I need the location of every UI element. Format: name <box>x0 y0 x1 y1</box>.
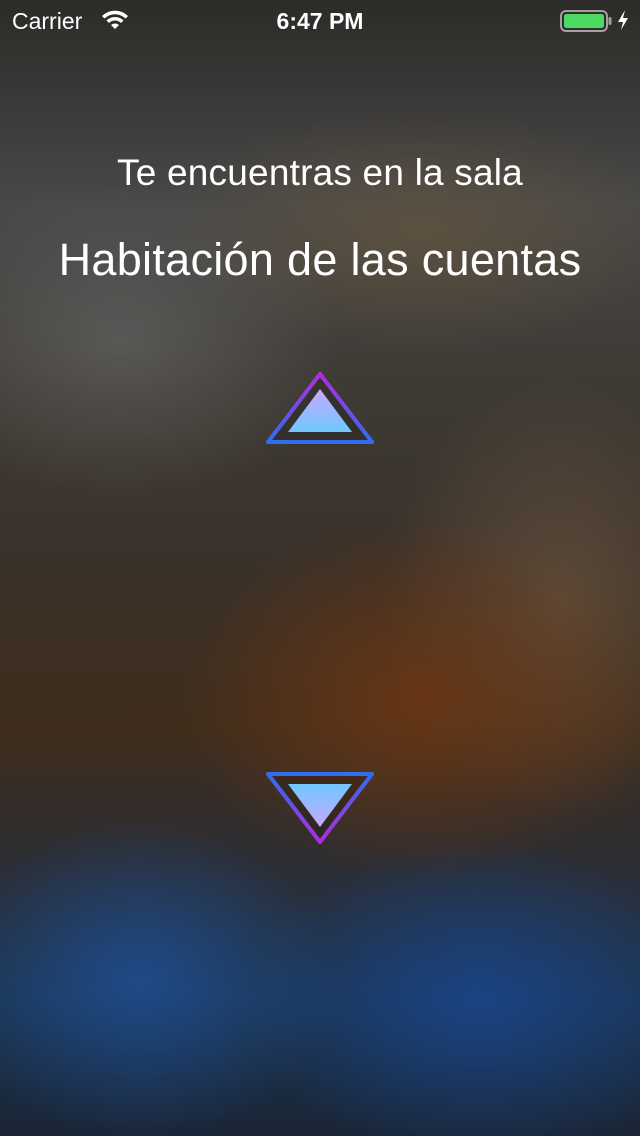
status-bar: Carrier 6:47 PM <box>0 0 640 40</box>
room-intro-text: Te encuentras en la sala <box>117 152 523 193</box>
battery-full-icon <box>560 10 612 32</box>
move-up-button[interactable] <box>264 370 376 446</box>
charging-bolt-icon <box>618 10 628 30</box>
room-name-title: Habitación de las cuentas <box>58 234 582 285</box>
move-down-button[interactable] <box>264 770 376 846</box>
triangle-down-icon <box>266 772 374 844</box>
status-time: 6:47 PM <box>276 8 364 34</box>
triangle-up-icon <box>266 372 374 444</box>
app-screen: Carrier 6:47 PM Te encuentras en la sala… <box>0 0 640 1136</box>
